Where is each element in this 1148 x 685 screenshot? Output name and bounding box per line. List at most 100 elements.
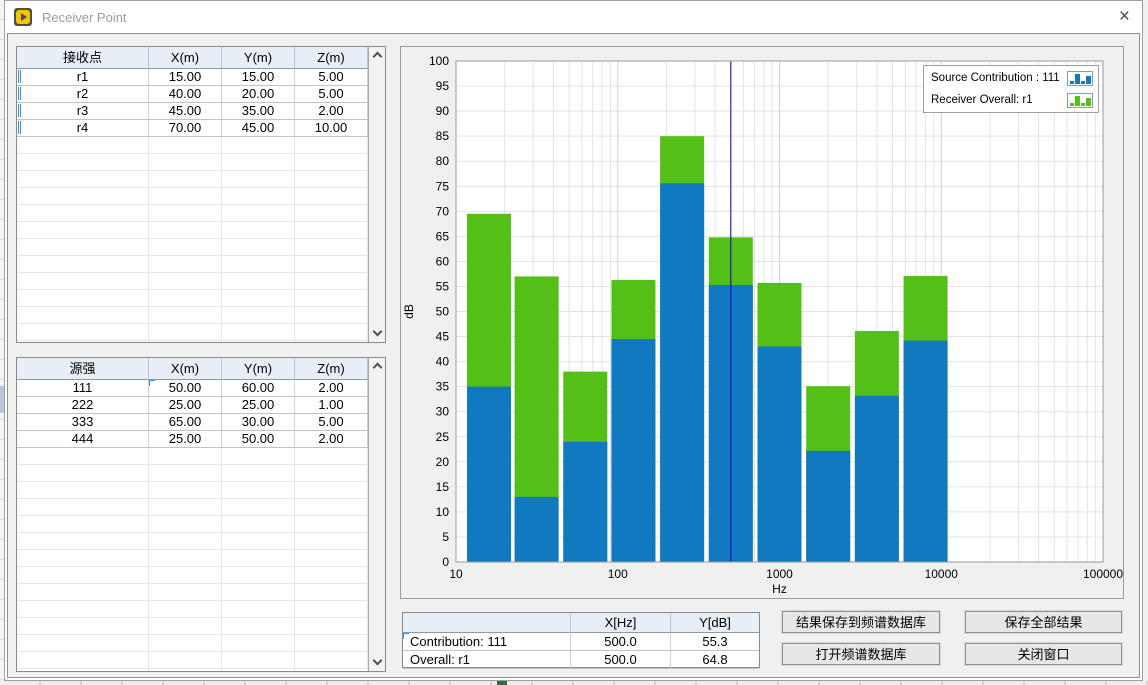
scroll-up-button[interactable]	[369, 47, 385, 64]
table-cell[interactable]: 2.00	[295, 431, 368, 448]
chart-legend: Source Contribution : 111 Receiver Overa…	[923, 65, 1099, 113]
table-row	[17, 448, 368, 465]
receiver-table-scrollbar[interactable]	[368, 47, 385, 342]
table-cell	[295, 669, 368, 671]
readout-header-y: Y[dB]	[671, 613, 759, 633]
scroll-up-button[interactable]	[369, 358, 385, 375]
table-cell	[222, 290, 295, 307]
table-cell	[222, 635, 295, 652]
table-cell[interactable]: 5.00	[295, 69, 368, 86]
selection-corner	[403, 633, 409, 639]
table-cell[interactable]: 15.00	[149, 69, 222, 86]
table-cell[interactable]: 50.00	[222, 431, 295, 448]
spectrum-chart[interactable]: 0510152025303540455055606570758085909510…	[400, 46, 1124, 599]
table-cell[interactable]: 50.00	[149, 380, 222, 397]
table-row	[17, 324, 368, 341]
scroll-down-button[interactable]	[369, 654, 385, 671]
table-cell[interactable]: r2	[17, 86, 149, 103]
close-icon[interactable]: ×	[1119, 5, 1130, 29]
table-cell	[149, 256, 222, 273]
table-cell[interactable]: 2.00	[295, 103, 368, 120]
y-tick-label: 65	[436, 229, 450, 243]
table-row	[17, 533, 368, 550]
table-cell	[149, 567, 222, 584]
table-row	[17, 618, 368, 635]
table-header-cell: 接收点	[17, 47, 149, 69]
chevron-up-icon	[372, 52, 382, 62]
table-row: 11150.0060.002.00	[17, 380, 368, 397]
table-cell	[295, 652, 368, 669]
table-cell[interactable]: 5.00	[295, 414, 368, 431]
x-tick-label: 100	[608, 567, 628, 581]
close-window-button[interactable]: 关闭窗口	[965, 643, 1122, 665]
table-cell[interactable]: 25.00	[149, 431, 222, 448]
table-cell[interactable]: 40.00	[149, 86, 222, 103]
table-cell[interactable]: 35.00	[222, 103, 295, 120]
save-all-results-button[interactable]: 保存全部结果	[965, 611, 1122, 633]
chevron-up-icon	[372, 363, 382, 373]
table-cell[interactable]: r4	[17, 120, 149, 137]
background-app-green-mark	[497, 681, 507, 685]
table-cell[interactable]: 65.00	[149, 414, 222, 431]
table-cell	[295, 482, 368, 499]
y-tick-label: 0	[442, 555, 449, 569]
table-cell[interactable]: r1	[17, 69, 149, 86]
x-axis-label: Hz	[772, 582, 787, 596]
source-table-scrollbar[interactable]	[368, 358, 385, 671]
table-cell[interactable]: 45.00	[222, 120, 295, 137]
title-bar[interactable]: Receiver Point ×	[5, 1, 1142, 33]
table-cell[interactable]: 444	[17, 431, 149, 448]
bar-contribution	[467, 387, 511, 562]
table-row: 22225.0025.001.00	[17, 397, 368, 414]
table-cell[interactable]: 15.00	[222, 69, 295, 86]
y-tick-label: 85	[436, 129, 450, 143]
table-cell[interactable]: 45.00	[149, 103, 222, 120]
chart-svg: 0510152025303540455055606570758085909510…	[401, 47, 1125, 600]
table-cell	[149, 618, 222, 635]
table-cell[interactable]: 2.00	[295, 380, 368, 397]
table-cell[interactable]: 25.00	[149, 397, 222, 414]
table-cell[interactable]: 60.00	[222, 380, 295, 397]
receiver-points-table: 接收点X(m)Y(m)Z(m)r115.0015.005.00r240.0020…	[16, 46, 386, 343]
table-cell	[295, 618, 368, 635]
table-header-cell: Y(m)	[222, 47, 295, 69]
y-tick-label: 60	[436, 254, 450, 268]
y-tick-label: 25	[436, 430, 450, 444]
table-cell	[149, 499, 222, 516]
bar-plot-icon	[1067, 71, 1093, 86]
table-row	[17, 601, 368, 618]
table-cell[interactable]: 10.00	[295, 120, 368, 137]
legend-label: Receiver Overall: r1	[931, 94, 1067, 106]
table-cell[interactable]: 333	[17, 414, 149, 431]
table-cell	[149, 307, 222, 324]
table-cell	[17, 222, 149, 239]
table-cell[interactable]: 30.00	[222, 414, 295, 431]
table-cell	[149, 584, 222, 601]
table-row: r345.0035.002.00	[17, 103, 368, 120]
table-cell[interactable]: 70.00	[149, 120, 222, 137]
y-tick-label: 90	[436, 104, 450, 118]
open-spectrum-db-button[interactable]: 打开频谱数据库	[782, 643, 940, 665]
legend-entry-overall: Receiver Overall: r1	[924, 89, 1098, 111]
table-cell[interactable]: 111	[17, 380, 149, 397]
table-cell[interactable]: 25.00	[222, 397, 295, 414]
table-cell	[295, 239, 368, 256]
table-cell	[295, 137, 368, 154]
save-to-spectrum-db-button[interactable]: 结果保存到频谱数据库	[782, 611, 940, 633]
table-header-cell: 源强	[17, 358, 149, 380]
table-cell	[149, 205, 222, 222]
table-cell[interactable]: 1.00	[295, 397, 368, 414]
table-cell	[295, 550, 368, 567]
y-tick-label: 75	[436, 179, 450, 193]
table-cell[interactable]: 222	[17, 397, 149, 414]
table-cell[interactable]: r3	[17, 103, 149, 120]
table-cell	[149, 290, 222, 307]
table-cell	[222, 137, 295, 154]
scroll-down-button[interactable]	[369, 325, 385, 342]
table-cell[interactable]: 20.00	[222, 86, 295, 103]
table-cell[interactable]: 5.00	[295, 86, 368, 103]
table-cell	[149, 465, 222, 482]
table-cell	[295, 533, 368, 550]
table-cell	[149, 669, 222, 671]
y-tick-label: 30	[436, 405, 450, 419]
